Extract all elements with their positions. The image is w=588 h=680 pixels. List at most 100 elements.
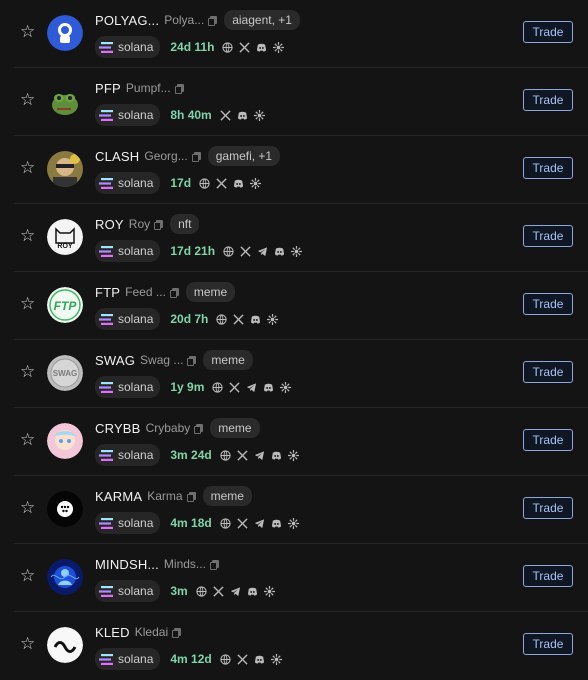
telegram-icon[interactable] [246,382,257,393]
x-icon[interactable] [216,177,227,189]
pump-icon[interactable] [250,177,262,189]
token-row[interactable]: ☆ SWAG SWAG Swag ... meme solana 1y 9m T… [14,340,588,408]
star-icon[interactable]: ☆ [20,23,36,40]
copy-icon[interactable] [191,152,201,162]
copy-icon[interactable] [174,84,184,94]
token-row[interactable]: ☆ KARMA Karma meme solana 4m 18d Trade [14,476,588,544]
star-icon[interactable]: ☆ [20,295,36,312]
x-icon[interactable] [220,109,231,121]
discord-icon[interactable] [274,246,285,257]
discord-icon[interactable] [271,518,282,529]
chain-badge: solana [95,240,161,262]
solana-icon [99,449,113,461]
pump-icon[interactable] [263,585,275,597]
x-icon[interactable] [237,517,248,529]
copy-icon[interactable] [208,16,218,26]
discord-icon[interactable] [247,586,258,597]
x-icon[interactable] [237,653,248,665]
pump-icon[interactable] [287,449,299,461]
token-row[interactable]: ☆ CLASH Georg... gamefi, +1 solana 17d T… [14,136,588,204]
copy-icon[interactable] [186,492,196,502]
trade-button[interactable]: Trade [523,565,573,587]
trade-button[interactable]: Trade [523,293,573,315]
copy-icon[interactable] [209,560,219,570]
copy-icon[interactable] [154,220,164,230]
pump-icon[interactable] [270,653,282,665]
discord-icon[interactable] [233,178,244,189]
token-row[interactable]: ☆ CRYBB Crybaby meme solana 3m 24d Trade [14,408,588,476]
globe-icon[interactable] [199,177,210,189]
x-icon[interactable] [239,41,250,53]
telegram-icon[interactable] [230,586,241,597]
star-icon[interactable]: ☆ [20,635,36,652]
copy-icon[interactable] [194,424,204,434]
globe-icon[interactable] [222,41,234,53]
globe-icon[interactable] [212,381,224,393]
token-age: 17d 21h [170,244,216,258]
star-icon[interactable]: ☆ [20,431,36,448]
pump-icon[interactable] [267,313,279,325]
star-icon[interactable]: ☆ [20,91,36,108]
star-icon[interactable]: ☆ [20,363,36,380]
x-icon[interactable] [229,381,240,393]
copy-icon[interactable] [169,288,179,298]
discord-icon[interactable] [263,382,274,393]
globe-icon[interactable] [196,585,207,597]
globe-icon[interactable] [220,449,231,461]
category-tag: meme [203,350,253,370]
x-icon[interactable] [237,449,248,461]
avatar [47,491,83,527]
trade-button[interactable]: Trade [523,497,573,519]
discord-icon[interactable] [250,314,261,325]
globe-icon[interactable] [223,245,234,257]
trade-button[interactable]: Trade [523,89,573,111]
telegram-icon[interactable] [254,518,265,529]
discord-icon[interactable] [271,450,282,461]
solana-icon [99,245,113,257]
token-row[interactable]: ☆ KLED Kledai solana 4m 12d Trade [14,612,588,680]
trade-button[interactable]: Trade [523,21,573,43]
avatar [47,423,83,459]
star-icon[interactable]: ☆ [20,567,36,584]
pump-icon[interactable] [273,41,285,53]
telegram-icon[interactable] [254,450,265,461]
x-icon[interactable] [240,245,251,257]
token-row[interactable]: ☆ FTP FTP Feed ... meme solana 20d 7h Tr… [14,272,588,340]
discord-icon[interactable] [256,42,267,53]
pump-icon[interactable] [287,517,299,529]
chain-label: solana [118,312,154,326]
star-icon[interactable]: ☆ [20,227,36,244]
copy-icon[interactable] [172,628,182,638]
token-name: Minds... [163,557,206,571]
trade-button[interactable]: Trade [523,429,573,451]
pump-icon[interactable] [280,381,292,393]
trade-button[interactable]: Trade [523,157,573,179]
x-icon[interactable] [213,585,224,597]
token-age: 8h 40m [170,108,212,122]
globe-icon[interactable] [220,653,231,665]
globe-icon[interactable] [216,313,228,325]
token-row[interactable]: ☆ POLYAG... Polya... aiagent, +1 solana … [14,0,588,68]
pump-icon[interactable] [291,245,303,257]
star-icon[interactable]: ☆ [20,159,36,176]
token-age: 3m [170,584,188,598]
chain-label: solana [118,176,154,190]
token-name: Georg... [144,149,188,163]
trade-button[interactable]: Trade [523,225,573,247]
token-age: 20d 7h [170,312,209,326]
trade-button[interactable]: Trade [523,633,573,655]
trade-button[interactable]: Trade [523,361,573,383]
copy-icon[interactable] [187,356,197,366]
x-icon[interactable] [233,313,244,325]
discord-icon[interactable] [237,110,248,121]
discord-icon[interactable] [254,654,265,665]
globe-icon[interactable] [220,517,231,529]
token-row[interactable]: ☆ MINDSH... Minds... solana 3m Trade [14,544,588,612]
token-ticker: ROY [95,216,124,232]
token-row[interactable]: ☆ PFP Pumpf... solana 8h 40m Trade [14,68,588,136]
telegram-icon[interactable] [257,246,268,257]
chain-label: solana [118,40,154,54]
star-icon[interactable]: ☆ [20,499,36,516]
pump-icon[interactable] [253,109,265,121]
token-row[interactable]: ☆ ROY ROY Roy nft solana 17d 21h Trade [14,204,588,272]
